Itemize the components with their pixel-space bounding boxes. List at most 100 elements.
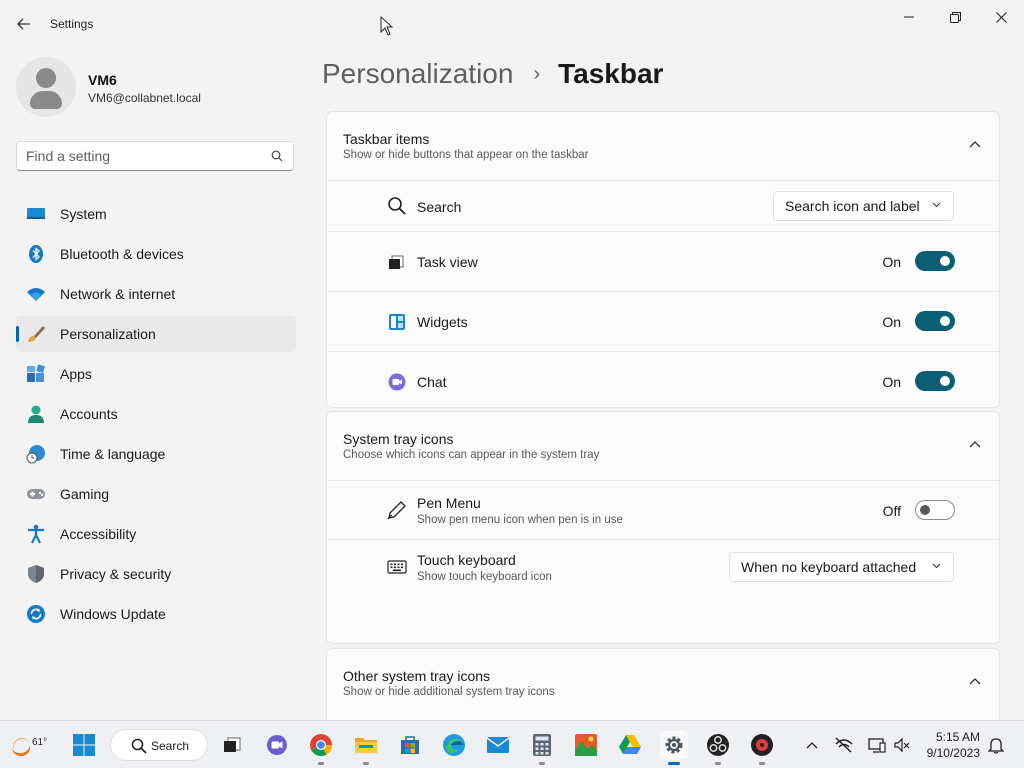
chevron-down-icon — [932, 563, 941, 569]
taskbar-date[interactable]: 9/10/2023 — [927, 746, 980, 760]
media-icon — [751, 734, 773, 756]
sidebar-item-label: Time & language — [60, 446, 166, 462]
minimize-icon — [904, 16, 914, 18]
breadcrumb-separator: › — [533, 62, 541, 85]
chevron-up-icon[interactable] — [969, 140, 981, 148]
volume-muted-icon — [894, 737, 910, 753]
sidebar-item-accounts[interactable]: Accounts — [16, 396, 296, 432]
pen-menu-toggle[interactable] — [915, 500, 955, 520]
chat-row: Chat On — [327, 352, 999, 407]
edge-icon — [443, 734, 465, 756]
chevron-up-icon[interactable] — [969, 677, 981, 685]
sidebar-item-time-language[interactable]: Time & language — [16, 436, 296, 472]
sidebar-item-bluetooth[interactable]: Bluetooth & devices — [16, 236, 296, 272]
chevron-up-icon[interactable] — [969, 440, 981, 448]
section-subtitle: Show or hide buttons that appear on the … — [343, 149, 589, 161]
taskbar-media[interactable] — [748, 731, 776, 765]
taskbar-calculator[interactable] — [528, 731, 556, 765]
touch-keyboard-row: Touch keyboard Show touch keyboard icon … — [327, 540, 999, 594]
photos-icon — [575, 734, 597, 756]
file-explorer-icon — [355, 738, 377, 753]
toggle-state-label: On — [882, 314, 901, 330]
section-title: Other system tray icons — [343, 668, 491, 684]
gamepad-icon — [27, 489, 45, 499]
sidebar-item-label: Accounts — [60, 406, 118, 422]
dropdown-value: Search icon and label — [785, 198, 920, 214]
bluetooth-icon — [29, 245, 43, 263]
notification-button[interactable] — [986, 735, 1006, 755]
chat-toggle[interactable] — [915, 371, 955, 391]
start-button[interactable] — [72, 733, 96, 762]
sidebar-item-system[interactable]: System — [16, 196, 296, 232]
other-tray-card: Other system tray icons Show or hide add… — [326, 648, 1000, 728]
search-mode-dropdown[interactable]: Search icon and label — [773, 191, 954, 221]
teams-chat-icon — [267, 735, 287, 755]
back-arrow-icon — [17, 18, 30, 30]
store-icon — [401, 736, 419, 754]
avatar[interactable] — [16, 57, 76, 117]
settings-icon — [665, 736, 683, 754]
row-sublabel: Show pen menu icon when pen is in use — [417, 514, 623, 526]
sidebar-item-personalization[interactable]: Personalization — [16, 316, 296, 352]
row-label: Task view — [417, 254, 478, 270]
weather-widget[interactable]: 61° — [10, 729, 47, 759]
tray-display[interactable] — [867, 735, 887, 755]
restore-button[interactable] — [932, 6, 978, 28]
taskbar-search[interactable]: Search — [110, 729, 208, 761]
taskbar-mail[interactable] — [484, 731, 512, 759]
close-button[interactable] — [978, 6, 1024, 28]
calculator-icon — [533, 734, 551, 756]
taskbar-store[interactable] — [396, 731, 424, 759]
page-title: Taskbar — [558, 58, 664, 89]
taskbar-teams-chat[interactable] — [263, 731, 291, 759]
section-title: System tray icons — [343, 431, 454, 447]
search-input[interactable] — [26, 148, 256, 164]
sidebar-item-gaming[interactable]: Gaming — [16, 476, 296, 512]
brush-icon — [28, 326, 45, 342]
sidebar-item-privacy[interactable]: Privacy & security — [16, 556, 296, 592]
chrome-icon — [310, 734, 332, 756]
pen-icon — [387, 501, 406, 520]
tray-network[interactable] — [834, 735, 854, 755]
sidebar-item-windows-update[interactable]: Windows Update — [16, 596, 296, 632]
taskbar-file-explorer[interactable] — [352, 731, 380, 765]
row-label: Chat — [417, 374, 447, 390]
title-bar: Settings — [0, 0, 1024, 48]
back-button[interactable] — [12, 12, 36, 36]
system-tray-header[interactable]: System tray icons Choose which icons can… — [327, 412, 999, 481]
sidebar-item-network[interactable]: Network & internet — [16, 276, 296, 312]
search-box[interactable] — [16, 141, 294, 171]
touch-keyboard-dropdown[interactable]: When no keyboard attached — [729, 552, 954, 582]
task-view-toggle[interactable] — [915, 251, 955, 271]
tray-volume[interactable] — [892, 735, 912, 755]
obs-icon — [707, 734, 729, 756]
taskbar-settings[interactable] — [660, 731, 688, 765]
taskbar-time[interactable]: 5:15 AM — [936, 730, 980, 744]
taskbar-obs[interactable] — [704, 731, 732, 765]
section-title: Taskbar items — [343, 131, 430, 147]
other-tray-header[interactable]: Other system tray icons Show or hide add… — [327, 649, 999, 717]
minimize-button[interactable] — [886, 6, 932, 28]
notification-bell-icon — [988, 738, 1004, 754]
system-tray-card: System tray icons Choose which icons can… — [326, 411, 1000, 644]
google-drive-icon — [619, 735, 641, 754]
taskbar-photos[interactable] — [572, 731, 600, 759]
search-icon — [388, 197, 406, 215]
taskbar-task-view[interactable] — [218, 731, 246, 759]
start-icon — [73, 734, 95, 756]
breadcrumb-parent[interactable]: Personalization — [322, 58, 513, 90]
tray-overflow[interactable] — [802, 735, 822, 755]
pen-menu-row: Pen Menu Show pen menu icon when pen is … — [327, 481, 999, 540]
widgets-toggle[interactable] — [915, 311, 955, 331]
taskbar-items-header[interactable]: Taskbar items Show or hide buttons that … — [327, 112, 999, 181]
taskbar-edge[interactable] — [440, 731, 468, 759]
sidebar-item-accessibility[interactable]: Accessibility — [16, 516, 296, 552]
section-subtitle: Show or hide additional system tray icon… — [343, 686, 555, 698]
sidebar-item-label: Windows Update — [60, 606, 166, 622]
taskbar-chrome[interactable] — [307, 731, 335, 765]
shield-icon — [28, 565, 44, 583]
sidebar-item-apps[interactable]: Apps — [16, 356, 296, 392]
search-icon — [131, 738, 147, 754]
task-view-row: Task view On — [327, 232, 999, 292]
taskbar-google-drive[interactable] — [616, 731, 644, 759]
